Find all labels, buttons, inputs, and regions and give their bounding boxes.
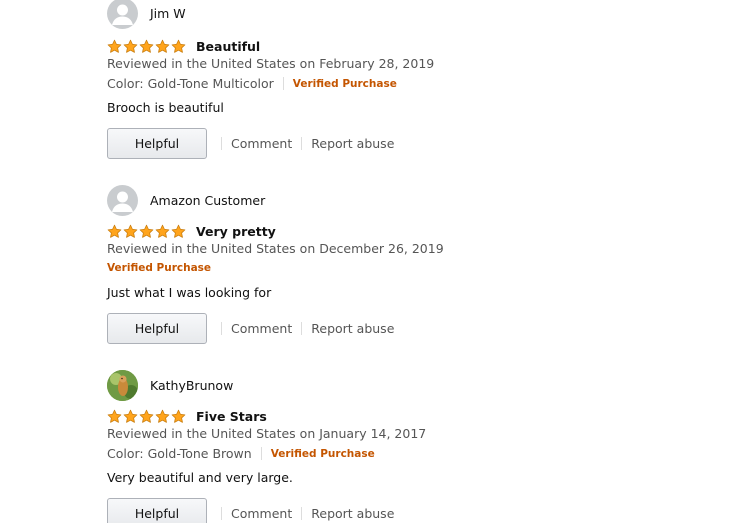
review-body: Very beautiful and very large. [107, 470, 293, 485]
star-icon [139, 39, 154, 53]
helpful-button[interactable]: Helpful [107, 313, 207, 344]
review-title-row: Very pretty [107, 223, 276, 240]
star-icon [171, 409, 186, 423]
star-icon [123, 409, 138, 423]
helpful-button[interactable]: Helpful [107, 498, 207, 523]
reviewer-profile[interactable]: KathyBrunow [107, 369, 234, 401]
comment-link[interactable]: Comment [231, 506, 292, 521]
star-icon [107, 39, 122, 53]
star-icon [123, 39, 138, 53]
review-date: Reviewed in the United States on January… [107, 426, 427, 441]
star-icon [171, 224, 186, 238]
star-icon [107, 224, 122, 238]
divider [301, 507, 303, 520]
star-rating[interactable] [107, 409, 186, 424]
review-meta: Color: Gold-Tone Multicolor Verified Pur… [107, 76, 397, 91]
divider [282, 77, 284, 90]
photo-avatar-icon [107, 369, 138, 401]
comment-link[interactable]: Comment [231, 136, 292, 151]
reviewer-profile[interactable]: Jim W [107, 0, 186, 29]
report-abuse-link[interactable]: Report abuse [311, 321, 394, 336]
review-title[interactable]: Five Stars [196, 409, 267, 424]
star-icon [123, 224, 138, 238]
divider [301, 137, 303, 150]
reviewer-name: KathyBrunow [150, 377, 234, 393]
star-rating[interactable] [107, 224, 186, 239]
verified-purchase-badge: Verified Purchase [292, 77, 397, 90]
divider [221, 507, 222, 520]
review-title[interactable]: Beautiful [196, 39, 260, 54]
star-icon [155, 39, 170, 53]
star-rating[interactable] [107, 39, 186, 54]
review-date: Reviewed in the United States on Decembe… [107, 241, 444, 256]
review-actions: Helpful Comment Report abuse [107, 498, 394, 523]
review-body: Just what I was looking for [107, 285, 272, 300]
star-icon [155, 224, 170, 238]
divider [221, 322, 222, 335]
review-actions: Helpful Comment Report abuse [107, 128, 394, 159]
default-avatar-icon [107, 0, 138, 29]
report-abuse-link[interactable]: Report abuse [311, 136, 394, 151]
product-variant[interactable]: Color: Gold-Tone Brown [107, 446, 252, 461]
comment-link[interactable]: Comment [231, 321, 292, 336]
review-body: Brooch is beautiful [107, 100, 224, 115]
review-title-row: Five Stars [107, 408, 267, 425]
review-meta: Color: Gold-Tone Brown Verified Purchase [107, 446, 375, 461]
default-avatar-icon [107, 184, 138, 216]
verified-purchase-badge: Verified Purchase [270, 447, 375, 460]
divider [301, 322, 303, 335]
divider [221, 137, 222, 150]
product-variant[interactable]: Color: Gold-Tone Multicolor [107, 76, 274, 91]
star-icon [139, 409, 154, 423]
helpful-button[interactable]: Helpful [107, 128, 207, 159]
review-actions: Helpful Comment Report abuse [107, 313, 394, 344]
star-icon [171, 39, 186, 53]
review-title-row: Beautiful [107, 38, 260, 55]
reviewer-name: Jim W [150, 5, 186, 21]
verified-purchase-badge: Verified Purchase [107, 262, 212, 274]
reviewer-profile[interactable]: Amazon Customer [107, 184, 266, 216]
star-icon [155, 409, 170, 423]
review-date: Reviewed in the United States on Februar… [107, 56, 435, 71]
reviewer-name: Amazon Customer [150, 192, 266, 208]
report-abuse-link[interactable]: Report abuse [311, 506, 394, 521]
divider [260, 447, 262, 460]
star-icon [139, 224, 154, 238]
review-title[interactable]: Very pretty [196, 224, 276, 239]
review-meta: Verified Purchase [107, 262, 211, 274]
star-icon [107, 409, 122, 423]
